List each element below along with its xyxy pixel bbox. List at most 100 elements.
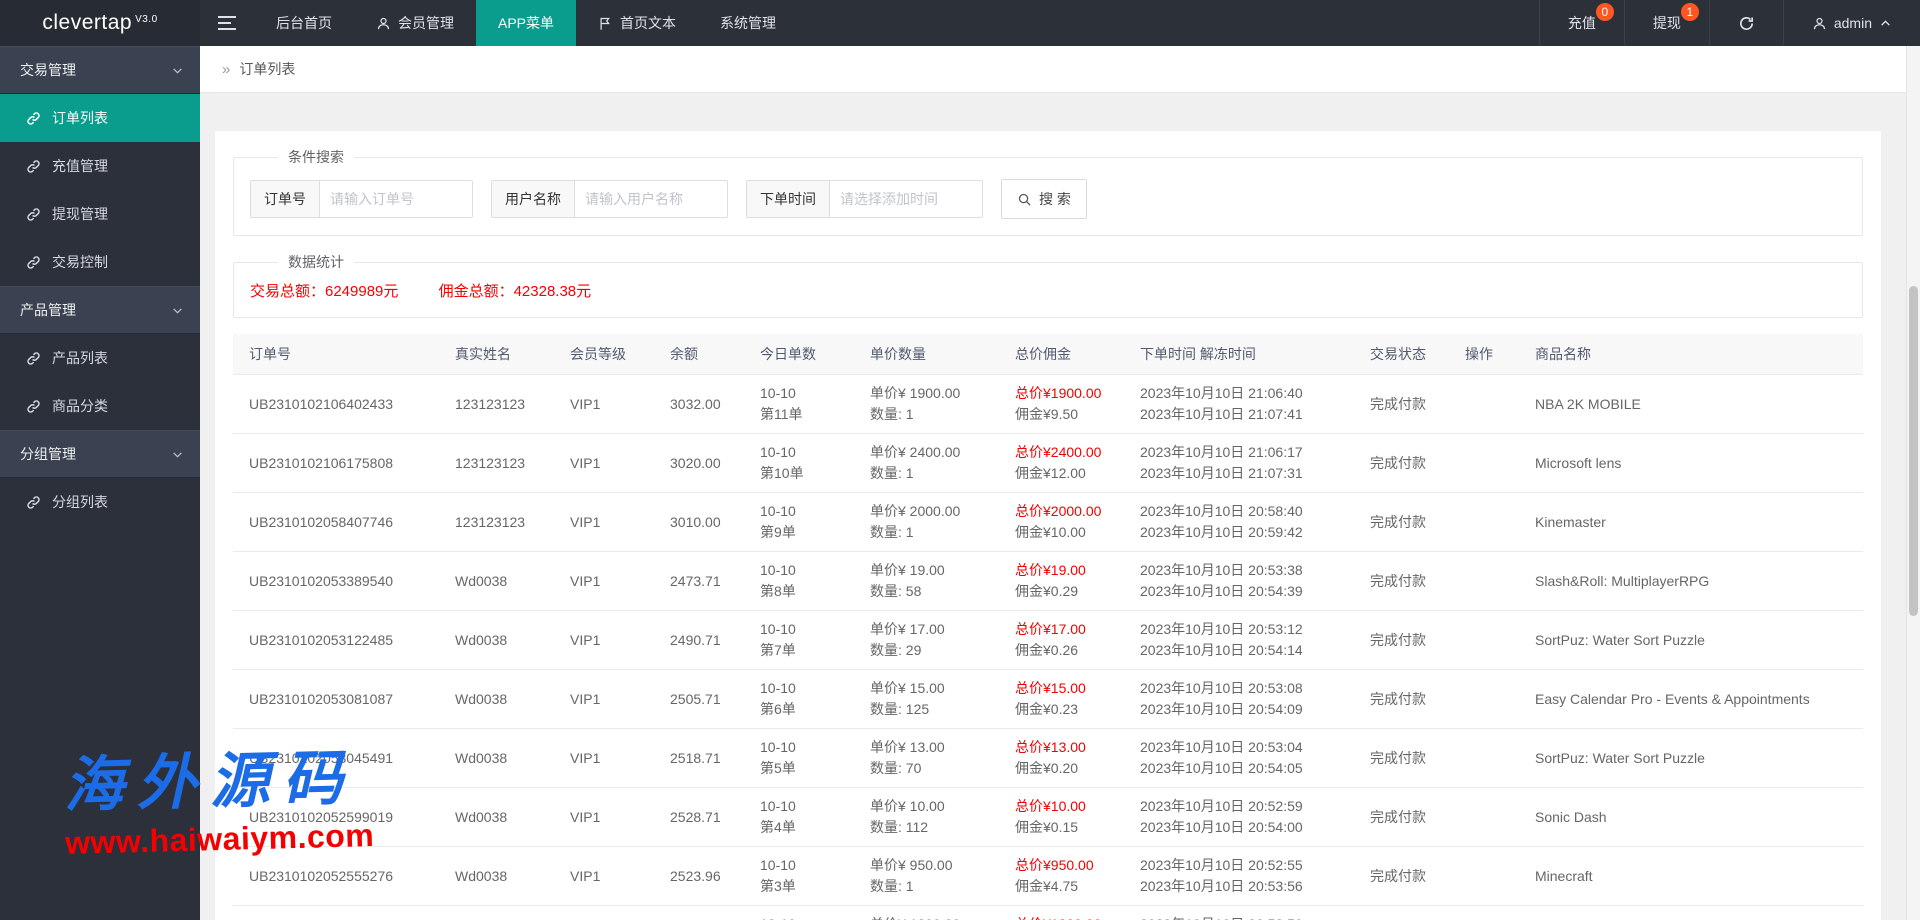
cell-today-orders: 10-10第6单: [744, 670, 854, 729]
username-label: 用户名称: [492, 181, 575, 217]
cell-real-name: Wd0038: [439, 552, 554, 611]
col-status: 交易状态: [1354, 334, 1449, 375]
cell-real-name: Wd0038: [439, 729, 554, 788]
cell-today-orders: 10-10第7单: [744, 611, 854, 670]
cell-balance: 2505.71: [654, 670, 744, 729]
stats-panel-legend: 数据统计: [278, 252, 354, 272]
link-icon: [26, 255, 41, 270]
username-input[interactable]: [575, 181, 727, 217]
cell-total-commission: 总价¥1900.00佣金¥9.50: [999, 375, 1124, 434]
sidebar-group-product[interactable]: 产品管理: [0, 286, 200, 334]
cell-today-orders: 10-10第3单: [744, 847, 854, 906]
search-icon: [1017, 192, 1032, 207]
cell-level: VIP1: [554, 847, 654, 906]
search-panel: 条件搜索 订单号 用户名称 下单时间 搜 索: [233, 147, 1863, 236]
nav-item-members[interactable]: 会员管理: [354, 0, 476, 46]
sidebar-toggle-button[interactable]: [200, 0, 254, 46]
col-action: 操作: [1449, 334, 1519, 375]
breadcrumb: » 订单列表: [200, 46, 1920, 93]
table-row: UB2310102058407746 123123123 VIP1 3010.0…: [233, 493, 1863, 552]
top-navbar: clevertap V3.0 后台首页 会员管理 APP菜单 首页文本 系统管理…: [0, 0, 1920, 46]
sidebar-group-trade[interactable]: 交易管理: [0, 46, 200, 94]
cell-real-name: Wd0038: [439, 788, 554, 847]
nav-item-home[interactable]: 后台首页: [254, 0, 354, 46]
cell-level: VIP1: [554, 434, 654, 493]
search-button[interactable]: 搜 索: [1001, 179, 1087, 219]
cell-real-name: Wd0038: [439, 906, 554, 920]
cell-price-qty: 单价¥ 1900.00数量: 1: [854, 375, 999, 434]
chevron-down-icon: [171, 448, 184, 461]
cell-status: 完成付款: [1354, 375, 1449, 434]
order-no-label: 订单号: [251, 181, 320, 217]
app-logo: clevertap V3.0: [0, 0, 200, 46]
table-row: UB2310102053122485 Wd0038 VIP1 2490.71 1…: [233, 611, 1863, 670]
cell-order-no: UB2310102106402433: [233, 375, 439, 434]
withdraw-button[interactable]: 提现 1: [1624, 0, 1709, 46]
cell-status: 完成付款: [1354, 552, 1449, 611]
nav-item-app-menu[interactable]: APP菜单: [476, 0, 576, 46]
cell-action: [1449, 847, 1519, 906]
order-time-label: 下单时间: [747, 181, 830, 217]
stats-panel: 数据统计 交易总额：6249989元 佣金总额：42328.38元: [233, 252, 1863, 318]
vertical-scrollbar[interactable]: [1906, 46, 1920, 920]
cell-price-qty: 单价¥ 13.00数量: 70: [854, 729, 999, 788]
nav-item-home-text[interactable]: 首页文本: [576, 0, 698, 46]
sidebar-item-trade-control[interactable]: 交易控制: [0, 238, 200, 286]
cell-level: VIP1: [554, 493, 654, 552]
cell-balance: 2528.71: [654, 788, 744, 847]
cell-product: Design+code: [1519, 906, 1863, 920]
cell-times: 2023年10月10日 20:52:592023年10月10日 20:54:00: [1124, 788, 1354, 847]
sidebar-item-order-list[interactable]: 订单列表: [0, 94, 200, 142]
cell-level: VIP1: [554, 552, 654, 611]
refresh-icon: [1738, 15, 1755, 32]
sidebar-item-withdraw-mgmt[interactable]: 提现管理: [0, 190, 200, 238]
search-panel-legend: 条件搜索: [278, 147, 354, 167]
order-table: 订单号 真实姓名 会员等级 余额 今日单数 单价数量 总价佣金 下单时间 解冻时…: [233, 334, 1863, 920]
table-row: UB2310102053045491 Wd0038 VIP1 2518.71 1…: [233, 729, 1863, 788]
cell-product: Slash&Roll: MultiplayerRPG: [1519, 552, 1863, 611]
link-icon: [26, 351, 41, 366]
sidebar: 交易管理 订单列表 充值管理 提现管理 交易控制 产品管理: [0, 46, 200, 920]
cell-action: [1449, 552, 1519, 611]
recharge-button[interactable]: 充值 0: [1539, 0, 1624, 46]
flag-icon: [598, 16, 613, 31]
cell-order-no: UB2310102106175808: [233, 434, 439, 493]
cell-level: VIP1: [554, 906, 654, 920]
cell-total-commission: 总价¥10.00佣金¥0.15: [999, 788, 1124, 847]
sidebar-item-group-list[interactable]: 分组列表: [0, 478, 200, 526]
table-body: UB2310102106402433 123123123 VIP1 3032.0…: [233, 375, 1863, 920]
cell-today-orders: 10-10第4单: [744, 788, 854, 847]
order-time-input[interactable]: [830, 181, 982, 217]
cell-action: [1449, 434, 1519, 493]
cell-total-commission: 总价¥2000.00佣金¥10.00: [999, 493, 1124, 552]
scrollbar-thumb[interactable]: [1909, 286, 1918, 616]
sidebar-item-product-category[interactable]: 商品分类: [0, 382, 200, 430]
total-trade-amount: 交易总额：6249989元: [250, 283, 398, 300]
admin-username: admin: [1834, 15, 1872, 31]
cell-product: Minecraft: [1519, 847, 1863, 906]
cell-product: Microsoft lens: [1519, 434, 1863, 493]
hamburger-icon: [217, 15, 237, 31]
sidebar-item-product-list[interactable]: 产品列表: [0, 334, 200, 382]
sidebar-group-group[interactable]: 分组管理: [0, 430, 200, 478]
order-no-input[interactable]: [320, 181, 472, 217]
admin-menu[interactable]: admin: [1783, 0, 1920, 46]
cell-status: 完成付款: [1354, 788, 1449, 847]
link-icon: [26, 207, 41, 222]
cell-times: 2023年10月10日 20:53:082023年10月10日 20:54:09: [1124, 670, 1354, 729]
cell-order-no: UB2310102053045491: [233, 729, 439, 788]
cell-action: [1449, 375, 1519, 434]
cell-action: [1449, 670, 1519, 729]
withdraw-badge: 1: [1681, 3, 1699, 21]
sidebar-item-recharge-mgmt[interactable]: 充值管理: [0, 142, 200, 190]
cell-balance: 3020.00: [654, 434, 744, 493]
cell-times: 2023年10月10日 21:06:402023年10月10日 21:07:41: [1124, 375, 1354, 434]
col-order-no: 订单号: [233, 334, 439, 375]
link-icon: [26, 495, 41, 510]
nav-item-system[interactable]: 系统管理: [698, 0, 798, 46]
navbar-right: 充值 0 提现 1 admin: [1539, 0, 1920, 46]
refresh-button[interactable]: [1709, 0, 1783, 46]
col-price-qty: 单价数量: [854, 334, 999, 375]
cell-real-name: 123123123: [439, 493, 554, 552]
content-card: 条件搜索 订单号 用户名称 下单时间 搜 索: [215, 131, 1881, 920]
